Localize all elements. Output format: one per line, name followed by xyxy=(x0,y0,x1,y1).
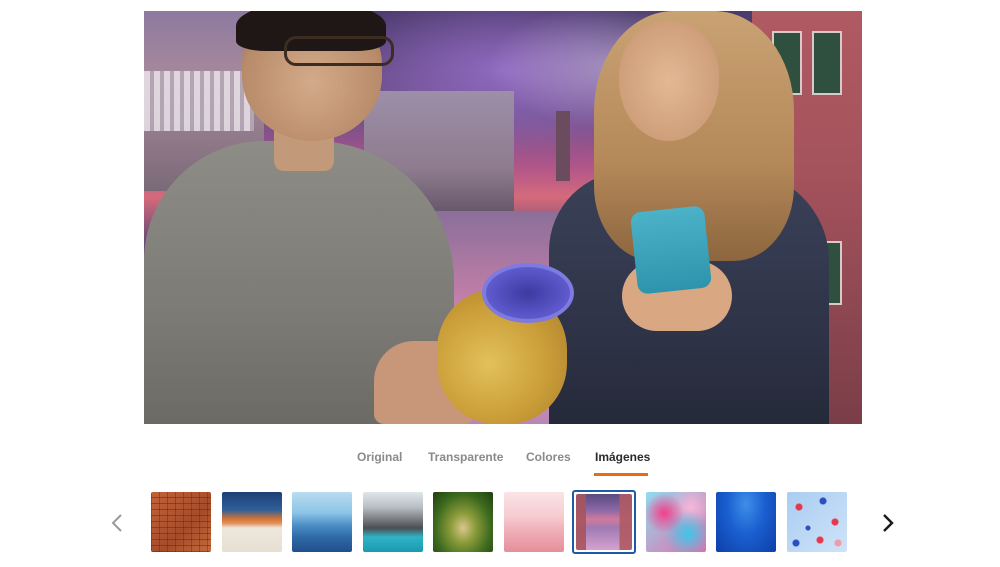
blue-mountains-thumbnail-image xyxy=(292,492,352,552)
thumbnail-underwater[interactable] xyxy=(716,492,776,552)
tab-original[interactable]: Original xyxy=(357,449,402,465)
desert-sunset-thumbnail-image xyxy=(222,492,282,552)
underwater-thumbnail-image xyxy=(716,492,776,552)
mountain-lake-thumbnail-image xyxy=(363,492,423,552)
carousel-next-button[interactable] xyxy=(879,510,897,536)
tab-transparente[interactable]: Transparente xyxy=(428,449,503,465)
thumbnail-brick-wall[interactable] xyxy=(151,492,211,552)
thumbnail-pink-hills[interactable] xyxy=(504,492,564,552)
tab-imagenes[interactable]: Imágenes xyxy=(595,449,650,465)
chevron-left-icon xyxy=(111,514,122,532)
preview-glasses xyxy=(284,36,394,66)
thumbnail-desert-sunset[interactable] xyxy=(222,492,282,552)
thumbnail-blue-mountains[interactable] xyxy=(292,492,352,552)
thumbnail-venice-canal[interactable] xyxy=(572,490,636,554)
preview-vase-rim xyxy=(482,263,574,323)
tab-colores[interactable]: Colores xyxy=(526,449,571,465)
preview-woman-face xyxy=(619,21,719,141)
background-tabs: Original Transparente Colores Imágenes xyxy=(0,449,1000,479)
abstract-paint-thumbnail-image xyxy=(646,492,706,552)
background-editor: Original Transparente Colores Imágenes xyxy=(0,0,1000,567)
preview-window xyxy=(812,31,842,95)
forest-path-thumbnail-image xyxy=(433,492,493,552)
brick-wall-thumbnail-image xyxy=(151,492,211,552)
thumbnail-forest-path[interactable] xyxy=(433,492,493,552)
venice-canal-thumbnail-image xyxy=(576,494,632,550)
preview-image xyxy=(144,11,862,424)
confetti-thumbnail-image xyxy=(787,492,847,552)
thumbnail-confetti[interactable] xyxy=(787,492,847,552)
preview-phone xyxy=(629,205,713,295)
pink-hills-thumbnail-image xyxy=(504,492,564,552)
active-tab-indicator xyxy=(594,473,648,476)
thumbnail-mountain-lake[interactable] xyxy=(363,492,423,552)
preview-bell-tower xyxy=(556,111,570,181)
chevron-right-icon xyxy=(883,514,894,532)
carousel-prev-button[interactable] xyxy=(108,510,126,536)
thumbnail-abstract-paint[interactable] xyxy=(646,492,706,552)
preview-balcony xyxy=(144,71,254,131)
